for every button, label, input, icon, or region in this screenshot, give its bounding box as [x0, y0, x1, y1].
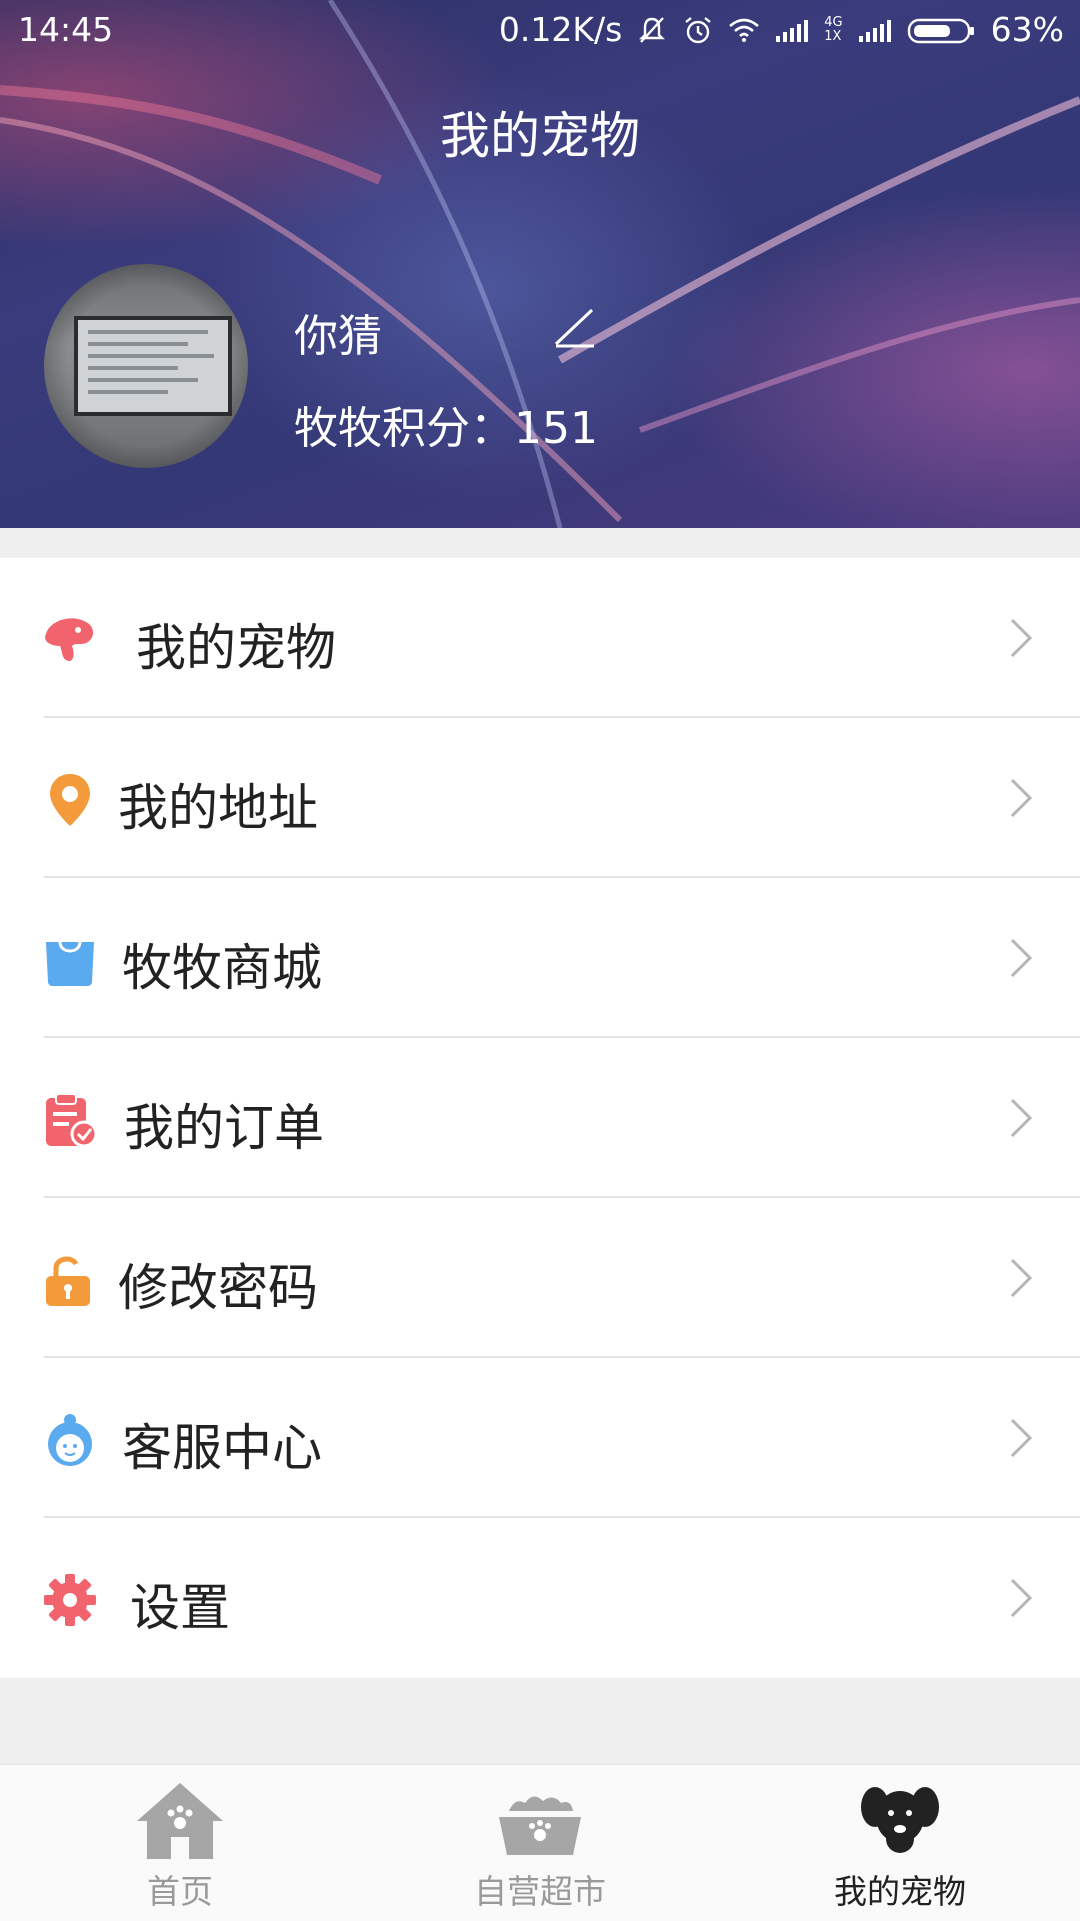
battery-icon — [907, 18, 974, 43]
battery-percent: 63% — [990, 10, 1064, 49]
network-type: 4G 1X — [824, 14, 843, 44]
profile-header: 14:45 0.12K/s 4G 1X 63% 我的宠物 你猜 牧牧积分：151 — [0, 0, 1080, 528]
customer-service-icon — [48, 1414, 92, 1466]
menu-item-customer-service[interactable]: 客服中心 — [0, 1358, 1080, 1518]
bottom-tab-bar: 首页 自营超市 我的宠物 — [0, 1764, 1080, 1921]
menu-item-label: 我的订单 — [124, 1099, 324, 1157]
network-4g-label: 4G — [824, 14, 843, 30]
avatar-photo-content — [74, 316, 232, 416]
network-1x-label: 1X — [824, 28, 842, 44]
menu-item-mall[interactable]: 牧牧商城 — [0, 878, 1080, 1038]
menu-list: 我的宠物 我的地址 牧牧商城 我的订单 修改密码 客服中心 设置 — [0, 558, 1080, 1678]
signal-bars-icon — [776, 19, 809, 42]
menu-item-my-address[interactable]: 我的地址 — [0, 718, 1080, 878]
menu-item-my-orders[interactable]: 我的订单 — [0, 1038, 1080, 1198]
menu-item-label: 牧牧商城 — [122, 939, 322, 997]
points-label: 牧牧积分： — [294, 403, 514, 454]
menu-item-label: 修改密码 — [118, 1259, 318, 1317]
home-paw-icon — [137, 1783, 223, 1859]
pet-dog-icon — [45, 618, 94, 662]
status-icons: 0.12K/s 4G 1X 63% — [499, 10, 1064, 49]
tab-home[interactable]: 首页 — [0, 1765, 360, 1921]
chevron-right-icon — [1010, 1258, 1033, 1298]
menu-item-settings[interactable]: 设置 — [0, 1518, 1080, 1678]
location-pin-icon — [50, 774, 90, 826]
avatar[interactable] — [44, 264, 248, 468]
alarm-icon — [685, 16, 712, 43]
dog-face-icon — [861, 1787, 939, 1853]
tab-label: 自营超市 — [474, 1872, 606, 1911]
tab-label: 首页 — [147, 1872, 213, 1911]
gear-icon — [44, 1574, 96, 1626]
pet-bowl-icon — [499, 1796, 581, 1855]
edit-name-icon[interactable] — [552, 304, 598, 350]
tab-my-pets[interactable]: 我的宠物 — [720, 1765, 1080, 1921]
mute-bell-icon — [639, 16, 666, 43]
chevron-right-icon — [1010, 1418, 1033, 1458]
menu-item-label: 客服中心 — [122, 1419, 322, 1477]
menu-item-change-password[interactable]: 修改密码 — [0, 1198, 1080, 1358]
menu-item-label: 我的宠物 — [136, 619, 336, 677]
status-bar: 14:45 0.12K/s 4G 1X 63% — [0, 0, 1080, 62]
points-value: 151 — [514, 403, 598, 454]
points-row: 牧牧积分：151 — [294, 392, 598, 456]
menu-item-my-pets[interactable]: 我的宠物 — [0, 558, 1080, 718]
signal-bars-2-icon — [858, 19, 891, 42]
wifi-icon — [729, 18, 760, 42]
unlock-icon — [46, 1256, 90, 1306]
chevron-right-icon — [1010, 778, 1033, 818]
tab-label: 我的宠物 — [834, 1872, 966, 1911]
menu-item-label: 设置 — [130, 1579, 230, 1637]
page-title: 我的宠物 — [440, 107, 640, 165]
chevron-right-icon — [1010, 1098, 1033, 1138]
menu-item-label: 我的地址 — [118, 779, 318, 837]
tab-supermarket[interactable]: 自营超市 — [360, 1765, 720, 1921]
chevron-right-icon — [1010, 938, 1033, 978]
chevron-right-icon — [1010, 618, 1033, 658]
network-speed: 0.12K/s — [498, 10, 623, 49]
shopping-bag-icon — [46, 941, 94, 986]
chevron-right-icon — [1010, 1578, 1033, 1618]
order-clipboard-icon — [46, 1093, 98, 1148]
username: 你猜 — [294, 311, 382, 362]
status-time: 14:45 — [18, 10, 114, 49]
